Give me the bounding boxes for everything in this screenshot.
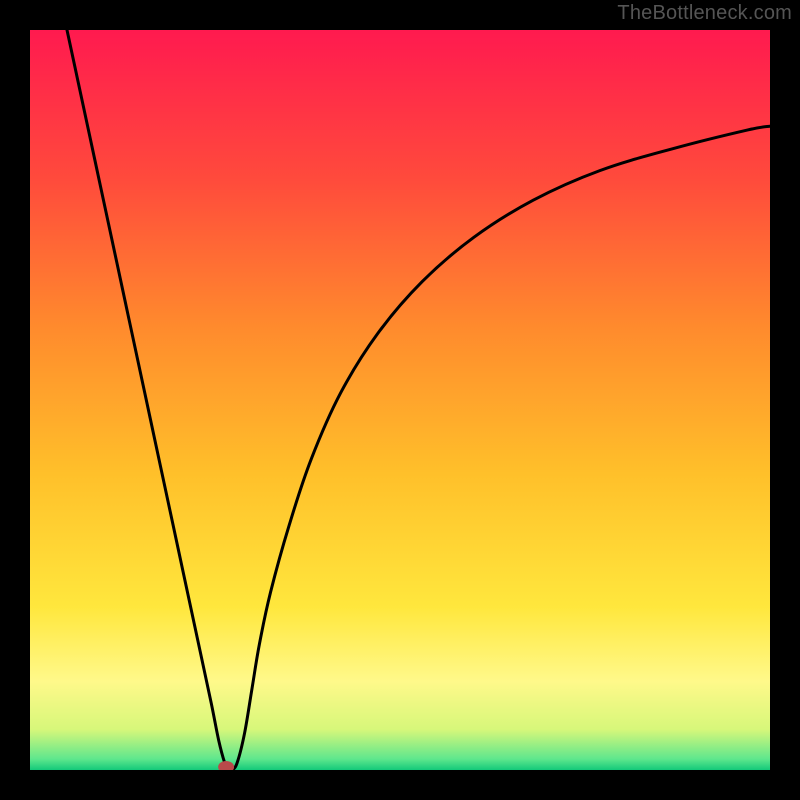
bottleneck-chart [0,0,800,800]
plot-background [30,30,770,770]
minimum-marker [218,761,234,773]
watermark-text: TheBottleneck.com [617,2,792,25]
chart-frame: TheBottleneck.com [0,0,800,800]
